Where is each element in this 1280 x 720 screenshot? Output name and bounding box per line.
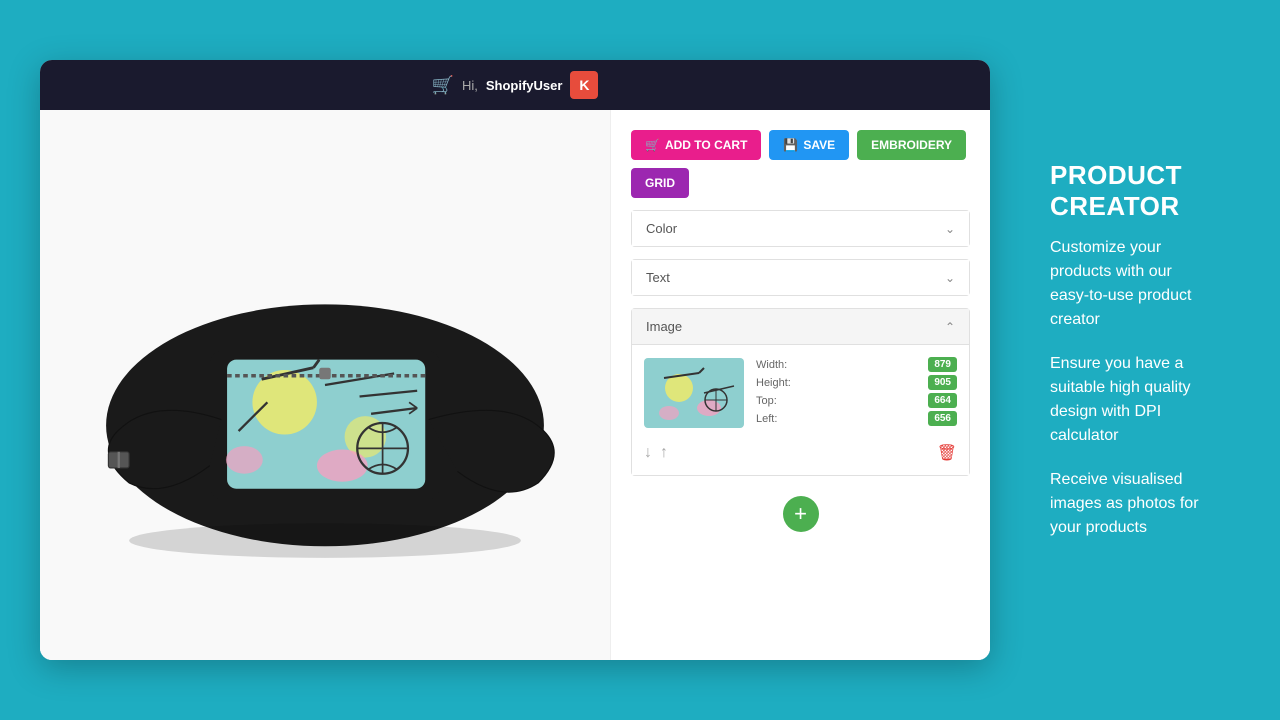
color-accordion: Color ⌄ (631, 210, 970, 247)
color-label: Color (646, 221, 677, 236)
move-down-button[interactable]: ↓ (644, 444, 652, 462)
product-image (60, 130, 590, 640)
save-btn-icon: 💾 (783, 138, 798, 152)
image-item: Width: 879 Height: 905 Top: 664 (644, 357, 957, 429)
height-label: Height: (756, 377, 791, 389)
page-title: PRODUCT CREATOR (1050, 160, 1210, 222)
add-to-cart-button[interactable]: 🛒 ADD TO CART (631, 130, 761, 160)
top-value: 664 (928, 393, 957, 408)
add-image-button[interactable]: + (783, 496, 819, 532)
browser-window: 🛒 Hi, ShopifyUser K (40, 60, 990, 660)
text-chevron-icon: ⌄ (945, 271, 955, 285)
color-chevron-icon: ⌄ (945, 222, 955, 236)
width-label: Width: (756, 359, 787, 371)
image-stats: Width: 879 Height: 905 Top: 664 (756, 357, 957, 429)
left-value: 656 (928, 411, 957, 426)
username-text: ShopifyUser (486, 78, 563, 93)
product-area (40, 110, 610, 660)
move-up-button[interactable]: ↑ (660, 444, 668, 462)
left-label: Left: (756, 413, 777, 425)
image-thumbnail (644, 358, 744, 428)
image-accordion: Image ⌃ (631, 308, 970, 476)
text-panel: PRODUCT CREATOR Customize your products … (1020, 140, 1240, 580)
width-value: 879 (928, 357, 957, 372)
browser-content: 🛒 ADD TO CART 💾 SAVE EMBROIDERY GRID (40, 110, 990, 660)
image-chevron-icon: ⌃ (945, 320, 955, 334)
image-actions: ↓ ↑ 🗑 (644, 439, 957, 463)
cart-btn-icon: 🛒 (645, 138, 660, 152)
save-button[interactable]: 💾 SAVE (769, 130, 849, 160)
stat-row-top: Top: 664 (756, 393, 957, 408)
description-3: Receive visualised images as photos for … (1050, 468, 1210, 540)
right-panel: 🛒 ADD TO CART 💾 SAVE EMBROIDERY GRID (610, 110, 990, 660)
browser-header: 🛒 Hi, ShopifyUser K (40, 60, 990, 110)
description-1: Customize your products with our easy-to… (1050, 236, 1210, 332)
text-label: Text (646, 270, 670, 285)
stat-row-left: Left: 656 (756, 411, 957, 426)
hi-text: Hi, (462, 78, 478, 93)
text-accordion-header[interactable]: Text ⌄ (632, 260, 969, 295)
image-label: Image (646, 319, 682, 334)
cart-icon: 🛒 (432, 75, 454, 96)
color-accordion-header[interactable]: Color ⌄ (632, 211, 969, 246)
description-2: Ensure you have a suitable high quality … (1050, 352, 1210, 448)
embroidery-button[interactable]: EMBROIDERY (857, 130, 966, 160)
outer-container: 🛒 Hi, ShopifyUser K (0, 0, 1280, 720)
image-section-content: Width: 879 Height: 905 Top: 664 (632, 345, 969, 475)
top-label: Top: (756, 395, 777, 407)
delete-image-button[interactable]: 🗑 (937, 443, 957, 463)
image-accordion-header[interactable]: Image ⌃ (632, 309, 969, 345)
grid-button[interactable]: GRID (631, 168, 689, 198)
stat-row-height: Height: 905 (756, 375, 957, 390)
stat-row-width: Width: 879 (756, 357, 957, 372)
avatar: K (570, 71, 598, 99)
height-value: 905 (928, 375, 957, 390)
action-buttons: 🛒 ADD TO CART 💾 SAVE EMBROIDERY GRID (631, 130, 970, 198)
text-accordion: Text ⌄ (631, 259, 970, 296)
